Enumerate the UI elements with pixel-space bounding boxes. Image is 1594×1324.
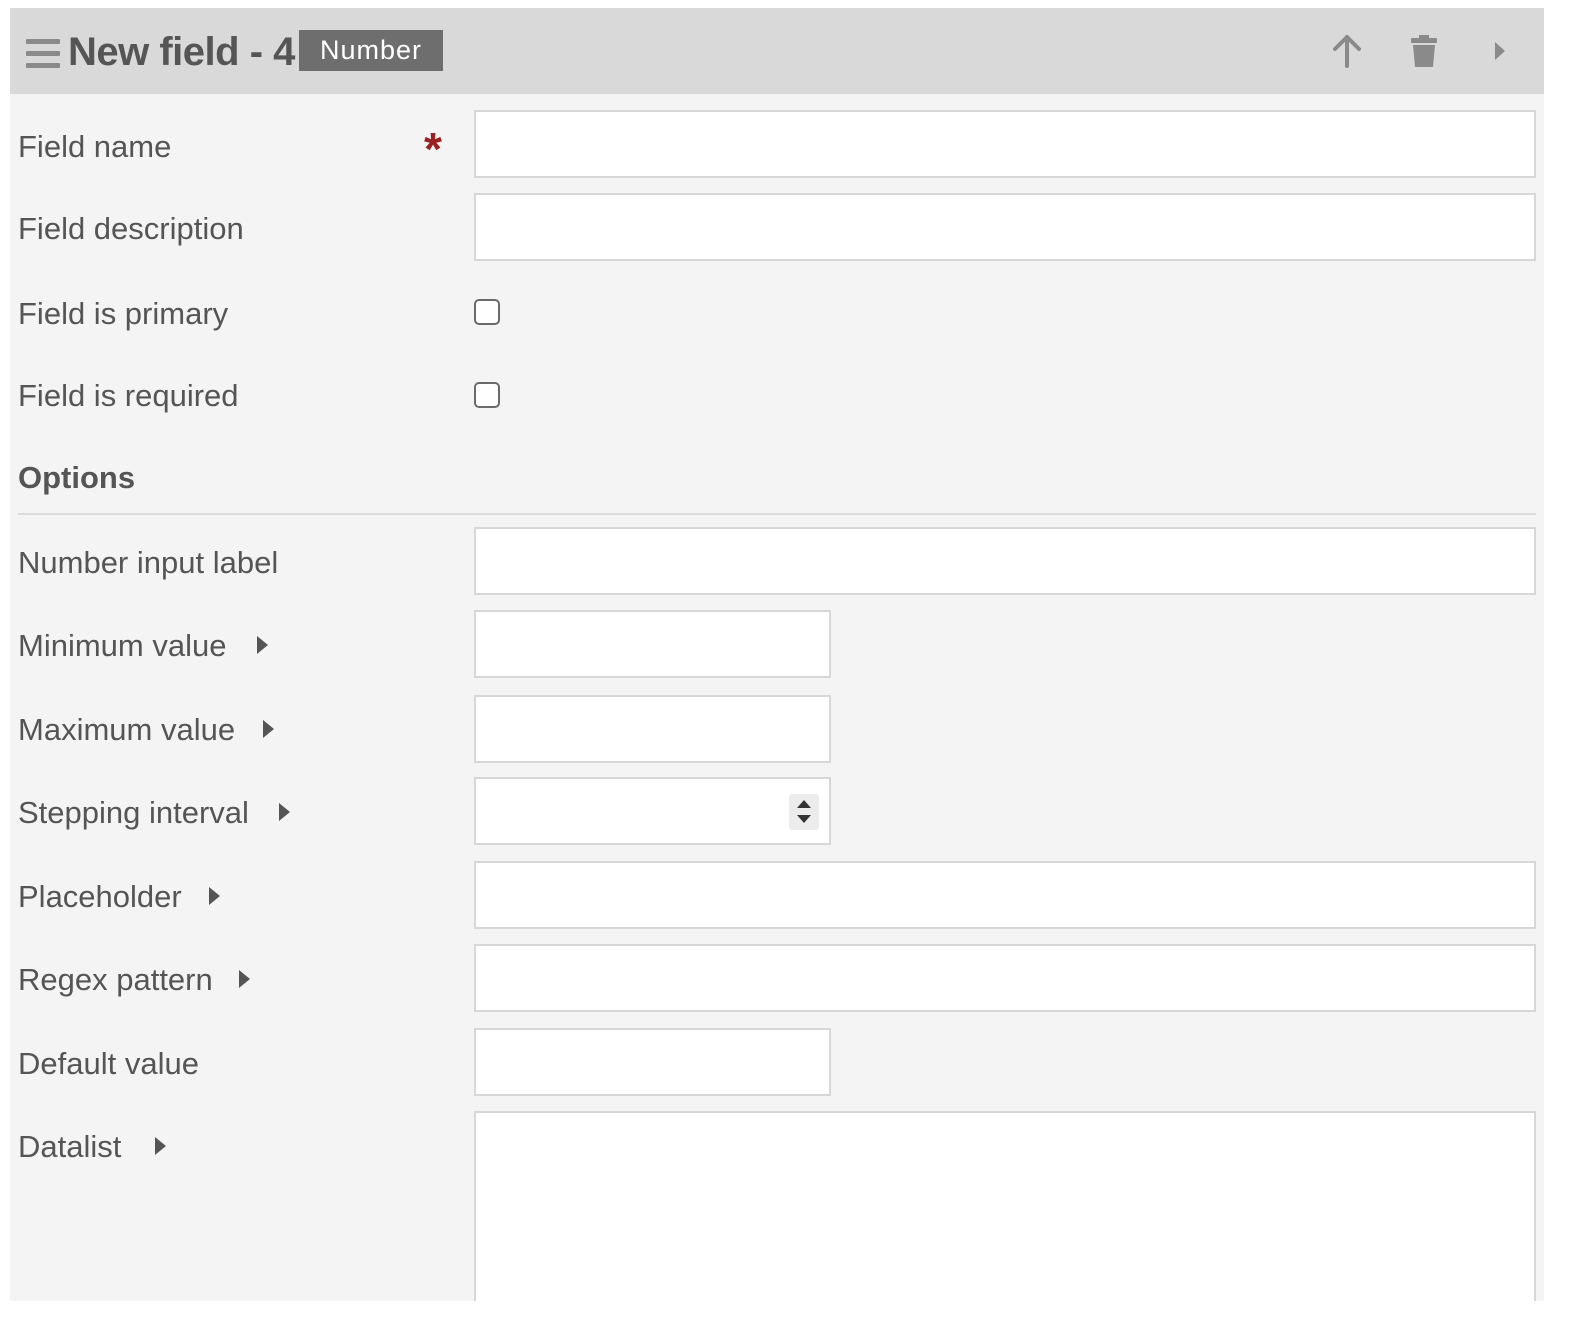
maximum-value-input[interactable]: [474, 695, 831, 763]
field-title: New field - 4: [68, 30, 295, 74]
stepper-up-icon[interactable]: [797, 800, 811, 808]
stepping-interval-input[interactable]: [474, 777, 831, 845]
maximum-value-expand-icon[interactable]: [263, 720, 274, 738]
placeholder-input[interactable]: [474, 861, 1536, 929]
arrow-up-icon: [1333, 35, 1361, 68]
regex-pattern-label: Regex pattern: [18, 962, 213, 997]
stepper-arrows-icon[interactable]: [789, 794, 819, 830]
regex-pattern-input[interactable]: [474, 944, 1536, 1012]
caret-right-icon: [1495, 42, 1505, 60]
regex-pattern-expand-icon[interactable]: [239, 970, 250, 988]
default-value-input[interactable]: [474, 1028, 831, 1096]
field-editor-panel: New field - 4 Number Field name * Field …: [10, 8, 1544, 1301]
options-divider: [18, 513, 1536, 515]
stepper-down-icon[interactable]: [797, 815, 811, 823]
datalist-label: Datalist: [18, 1129, 122, 1164]
field-name-input[interactable]: [474, 110, 1536, 178]
field-type-badge: Number: [299, 30, 443, 71]
field-is-primary-checkbox[interactable]: [474, 299, 500, 325]
expand-button[interactable]: [1478, 28, 1522, 74]
placeholder-expand-icon[interactable]: [209, 887, 220, 905]
move-up-button[interactable]: [1325, 28, 1369, 74]
placeholder-label: Placeholder: [18, 879, 182, 914]
field-is-required-checkbox[interactable]: [474, 382, 500, 408]
maximum-value-label: Maximum value: [18, 712, 236, 747]
trash-icon: [1411, 35, 1437, 67]
number-input-label-input[interactable]: [474, 527, 1536, 595]
field-is-required-label: Field is required: [18, 378, 239, 413]
field-is-primary-label: Field is primary: [18, 296, 229, 331]
field-header: New field - 4 Number: [10, 8, 1544, 94]
datalist-expand-icon[interactable]: [155, 1137, 166, 1155]
options-section-title: Options: [18, 460, 136, 495]
required-asterisk: *: [424, 123, 442, 175]
number-input-label-label: Number input label: [18, 545, 279, 580]
field-name-label: Field name: [18, 129, 172, 164]
field-description-input[interactable]: [474, 193, 1536, 261]
stepping-interval-expand-icon[interactable]: [279, 803, 290, 821]
default-value-label: Default value: [18, 1046, 199, 1081]
delete-button[interactable]: [1402, 28, 1446, 74]
drag-handle-icon[interactable]: [26, 38, 60, 70]
datalist-textarea[interactable]: [474, 1111, 1536, 1301]
minimum-value-input[interactable]: [474, 610, 831, 678]
minimum-value-label: Minimum value: [18, 628, 227, 663]
minimum-value-expand-icon[interactable]: [257, 636, 268, 654]
field-description-label: Field description: [18, 211, 244, 246]
stepping-interval-label: Stepping interval: [18, 795, 249, 830]
